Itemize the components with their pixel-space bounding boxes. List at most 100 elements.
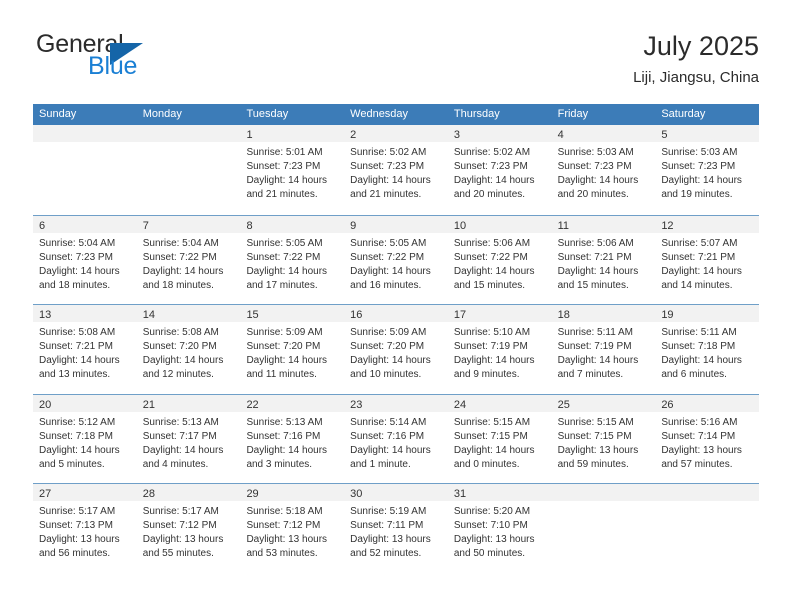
sunrise-text: Sunrise: 5:18 AM	[246, 506, 323, 518]
sunset-text: Sunset: 7:22 PM	[142, 251, 217, 263]
day-number: 2	[350, 129, 357, 141]
day-number: 15	[246, 309, 259, 322]
day-number-band: 31	[447, 484, 552, 502]
sunrise-text: Sunrise: 5:11 AM	[661, 327, 737, 339]
day-cell-21[interactable]: 21 Sunrise: 5:13 AM Sunset: 7:17 PM Dayligh…	[136, 394, 241, 484]
sunset-text: Sunset: 7:14 PM	[661, 430, 736, 442]
day-sun-info: Sunrise: 5:17 AM Sunset: 7:12 PM Daylight:…	[137, 501, 241, 561]
day-number-band: 11	[551, 215, 656, 233]
sunrise-text: Sunrise: 5:11 AM	[557, 327, 634, 339]
day-cell-3[interactable]: 3 Sunrise: 5:02 AM Sunset: 7:23 PM Daylight…	[447, 125, 552, 215]
day-number: 3	[453, 129, 460, 141]
sunrise-text: Sunrise: 5:19 AM	[350, 506, 427, 518]
daylight-text: Daylight: 13 hours and 53 minutes.	[246, 534, 328, 560]
day-sun-info: Sunrise: 5:06 AM Sunset: 7:21 PM Daylight:…	[552, 233, 656, 293]
day-number-band: 4	[551, 125, 656, 142]
day-cell-12[interactable]: 12 Sunrise: 5:07 AM Sunset: 7:21 PM Dayligh…	[655, 215, 760, 305]
day-cell-20[interactable]: 20 Sunrise: 5:12 AM Sunset: 7:18 PM Dayligh…	[33, 394, 137, 484]
daylight-text: Daylight: 14 hours and 3 minutes.	[246, 444, 328, 470]
day-cell-10[interactable]: 10 Sunrise: 5:06 AM Sunset: 7:22 PM Dayligh…	[447, 215, 552, 305]
sunrise-text: Sunrise: 5:05 AM	[350, 237, 427, 249]
daylight-text: Daylight: 14 hours and 5 minutes.	[39, 444, 120, 470]
day-sun-info: Sunrise: 5:11 AM Sunset: 7:18 PM Daylight:…	[655, 322, 759, 382]
day-sun-info: Sunrise: 5:05 AM Sunset: 7:22 PM Daylight:…	[344, 233, 448, 293]
day-cell-29[interactable]: 29 Sunrise: 5:18 AM Sunset: 7:12 PM Dayligh…	[240, 484, 345, 573]
day-cell-23[interactable]: 23 Sunrise: 5:14 AM Sunset: 7:16 PM Dayligh…	[344, 394, 448, 484]
day-sun-info: Sunrise: 5:11 AM Sunset: 7:19 PM Daylight:…	[552, 322, 656, 382]
day-number: 17	[453, 309, 467, 322]
day-sun-info: Sunrise: 5:07 AM Sunset: 7:21 PM Daylight:…	[655, 233, 759, 293]
day-cell-19[interactable]: 19 Sunrise: 5:11 AM Sunset: 7:18 PM Dayligh…	[655, 305, 760, 394]
day-number-band: 26	[655, 394, 760, 412]
day-cell-14[interactable]: 14 Sunrise: 5:08 AM Sunset: 7:20 PM Dayligh…	[136, 305, 241, 394]
day-cell-16[interactable]: 16 Sunrise: 5:09 AM Sunset: 7:20 PM Dayligh…	[344, 305, 448, 394]
sunset-text: Sunset: 7:17 PM	[142, 430, 217, 442]
day-number-band: 8	[240, 215, 345, 233]
day-number: 20	[39, 398, 52, 411]
day-number-band: 19	[655, 305, 760, 323]
day-cell-22[interactable]: 22 Sunrise: 5:13 AM Sunset: 7:16 PM Dayligh…	[240, 394, 345, 484]
day-cell-18[interactable]: 18 Sunrise: 5:11 AM Sunset: 7:19 PM Dayligh…	[551, 305, 656, 394]
day-cell-empty	[551, 484, 656, 573]
sunrise-text: Sunrise: 5:08 AM	[142, 327, 219, 339]
day-sun-info: Sunrise: 5:03 AM Sunset: 7:23 PM Daylight:…	[655, 142, 759, 202]
calendar-page: General Blue July 2025 Liji, Jiangsu, Ch…	[0, 0, 792, 612]
day-number: 16	[350, 309, 363, 322]
weekday-header-saturday: Saturday	[661, 108, 706, 120]
day-cell-2[interactable]: 2 Sunrise: 5:02 AM Sunset: 7:23 PM Daylight…	[344, 125, 448, 215]
day-cell-17[interactable]: 17 Sunrise: 5:10 AM Sunset: 7:19 PM Dayligh…	[447, 305, 552, 394]
daylight-text: Daylight: 13 hours and 50 minutes.	[453, 534, 535, 560]
day-number: 12	[661, 219, 674, 232]
day-cell-15[interactable]: 15 Sunrise: 5:09 AM Sunset: 7:20 PM Dayligh…	[240, 305, 345, 394]
day-cell-11[interactable]: 11 Sunrise: 5:06 AM Sunset: 7:21 PM Dayligh…	[551, 215, 656, 305]
general-blue-logo[interactable]: General Blue	[33, 30, 263, 88]
daylight-text: Daylight: 14 hours and 14 minutes.	[661, 265, 742, 291]
sunset-text: Sunset: 7:15 PM	[453, 430, 528, 442]
day-sun-info: Sunrise: 5:06 AM Sunset: 7:22 PM Daylight:…	[448, 233, 552, 293]
day-number-band: 9	[344, 215, 448, 233]
day-number: 24	[453, 398, 467, 411]
daylight-text: Daylight: 14 hours and 4 minutes.	[142, 444, 224, 470]
daylight-text: Daylight: 14 hours and 16 minutes.	[350, 265, 431, 291]
day-sun-info: Sunrise: 5:09 AM Sunset: 7:20 PM Daylight:…	[240, 322, 344, 382]
day-number-band	[136, 125, 241, 142]
day-number-band: 13	[33, 305, 137, 323]
daylight-text: Daylight: 14 hours and 18 minutes.	[39, 265, 120, 291]
day-number: 5	[661, 129, 668, 141]
sunrise-text: Sunrise: 5:02 AM	[453, 147, 531, 158]
day-cell-31[interactable]: 31 Sunrise: 5:20 AM Sunset: 7:10 PM Dayligh…	[447, 484, 552, 573]
day-number: 25	[557, 398, 570, 411]
weekday-header-wednesday: Wednesday	[350, 108, 409, 120]
day-number-band: 5	[655, 125, 760, 142]
daylight-text: Daylight: 14 hours and 21 minutes.	[246, 175, 328, 200]
weekday-header-sunday: Sunday	[39, 108, 77, 120]
day-number: 22	[246, 398, 259, 411]
sunset-text: Sunset: 7:20 PM	[142, 341, 217, 353]
day-number-band: 12	[655, 215, 760, 233]
sunrise-text: Sunrise: 5:04 AM	[142, 237, 219, 249]
sunset-text: Sunset: 7:18 PM	[661, 341, 736, 353]
day-cell-4[interactable]: 4 Sunrise: 5:03 AM Sunset: 7:23 PM Daylight…	[551, 125, 656, 215]
daylight-text: Daylight: 14 hours and 21 minutes.	[350, 175, 431, 200]
sunrise-text: Sunrise: 5:15 AM	[557, 416, 634, 428]
day-cell-1[interactable]: 1 Sunrise: 5:01 AM Sunset: 7:23 PM Daylight…	[240, 125, 345, 215]
sunrise-text: Sunrise: 5:04 AM	[39, 237, 116, 249]
day-cell-26[interactable]: 26 Sunrise: 5:16 AM Sunset: 7:14 PM Dayligh…	[655, 394, 760, 484]
sunrise-text: Sunrise: 5:05 AM	[246, 237, 323, 249]
day-cell-24[interactable]: 24 Sunrise: 5:15 AM Sunset: 7:15 PM Dayligh…	[447, 394, 552, 484]
day-number-band: 20	[33, 394, 137, 412]
day-cell-9[interactable]: 9 Sunrise: 5:05 AM Sunset: 7:22 PM Daylight…	[344, 215, 448, 305]
day-cell-8[interactable]: 8 Sunrise: 5:05 AM Sunset: 7:22 PM Daylight…	[240, 215, 345, 305]
day-cell-13[interactable]: 13 Sunrise: 5:08 AM Sunset: 7:21 PM Dayligh…	[33, 305, 137, 394]
day-cell-27[interactable]: 27 Sunrise: 5:17 AM Sunset: 7:13 PM Dayligh…	[33, 484, 137, 573]
day-cell-6[interactable]: 6 Sunrise: 5:04 AM Sunset: 7:23 PM Daylight…	[33, 215, 137, 305]
location-subtitle: Liji, Jiangsu, China	[633, 69, 759, 86]
day-cell-28[interactable]: 28 Sunrise: 5:17 AM Sunset: 7:12 PM Dayligh…	[136, 484, 241, 573]
day-cell-25[interactable]: 25 Sunrise: 5:15 AM Sunset: 7:15 PM Dayligh…	[551, 394, 656, 484]
day-cell-30[interactable]: 30 Sunrise: 5:19 AM Sunset: 7:11 PM Dayligh…	[344, 484, 448, 573]
day-cell-5[interactable]: 5 Sunrise: 5:03 AM Sunset: 7:23 PM Daylight…	[655, 125, 760, 215]
day-cell-7[interactable]: 7 Sunrise: 5:04 AM Sunset: 7:22 PM Daylight…	[136, 215, 241, 305]
day-number: 8	[246, 219, 253, 232]
day-sun-info: Sunrise: 5:02 AM Sunset: 7:23 PM Daylight:…	[344, 142, 448, 202]
weekday-header-friday: Friday	[557, 108, 589, 120]
